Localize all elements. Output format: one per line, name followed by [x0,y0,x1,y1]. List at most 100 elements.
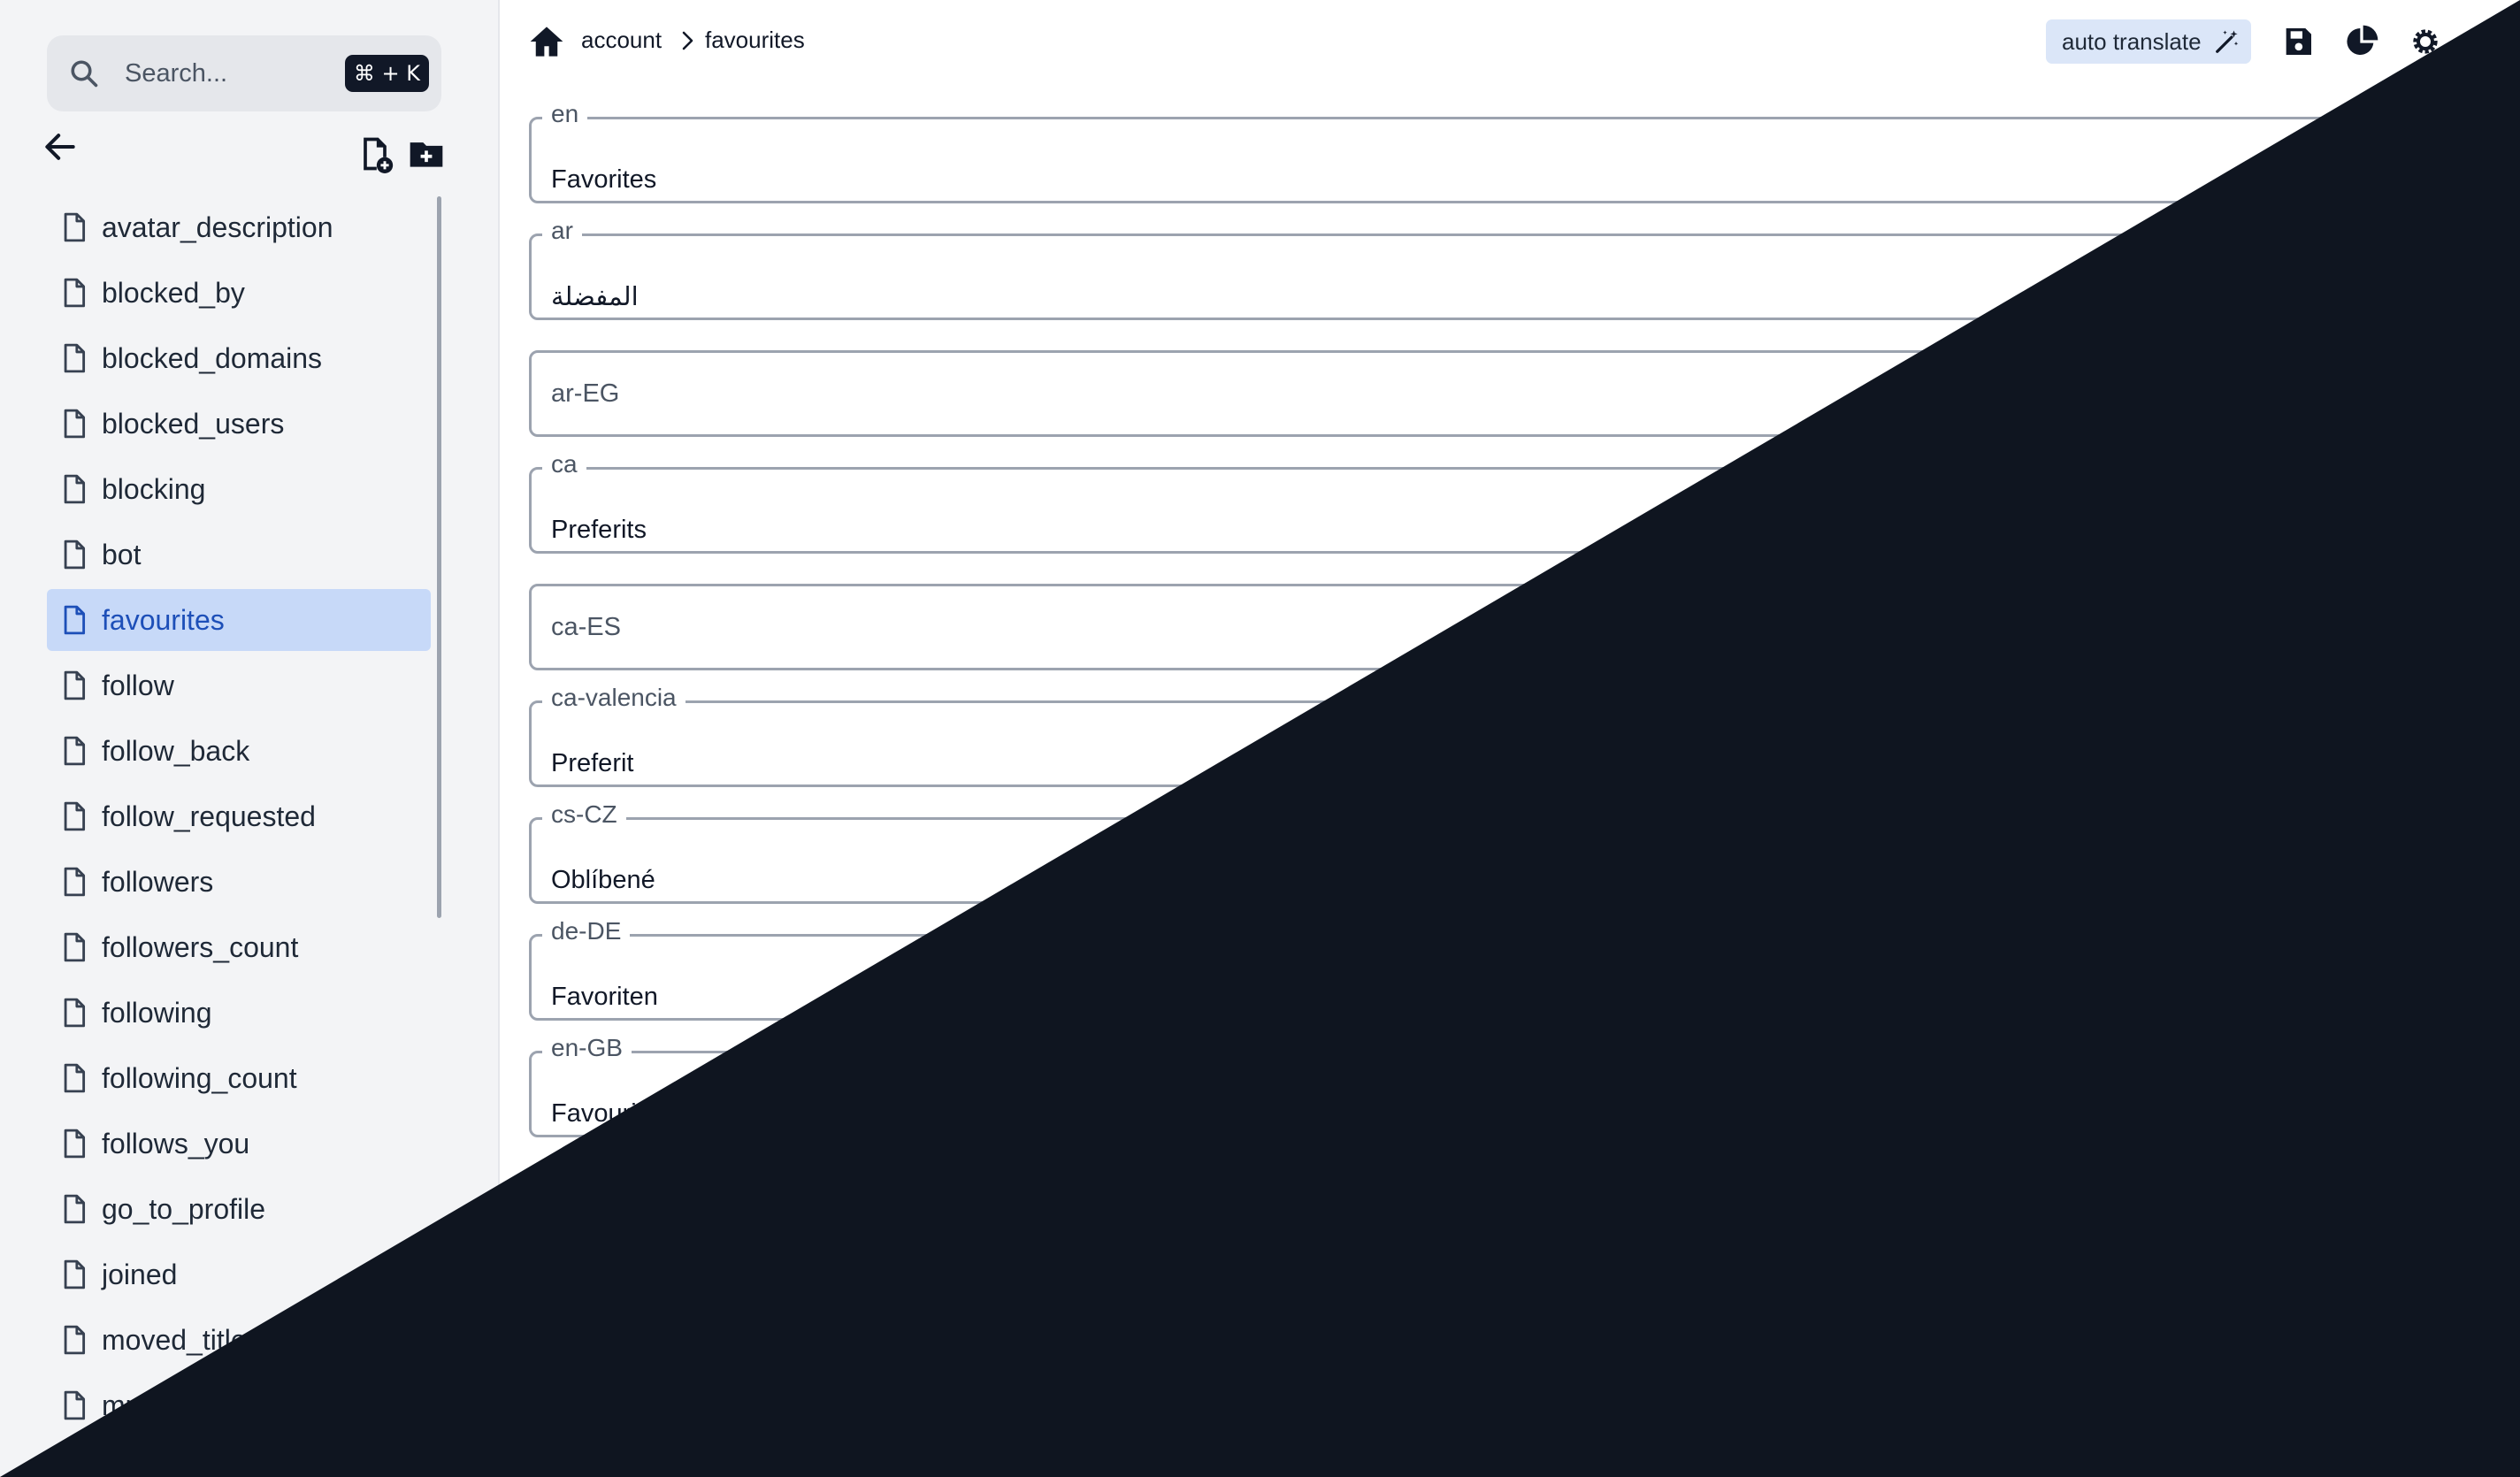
search-icon [71,60,98,88]
file-icon [64,409,86,439]
file-icon [64,1063,86,1093]
breadcrumb-current: favourites [705,27,805,53]
file-item-label: followers_count [102,930,299,963]
file-item-following[interactable]: following [47,982,431,1044]
file-icon [64,932,86,962]
translation-input[interactable] [532,236,2496,318]
translation-input[interactable] [532,703,2496,784]
file-item-avatar_description[interactable]: avatar_description [47,196,431,258]
file-icon [64,1194,86,1224]
sidebar-scrollbar[interactable] [437,196,441,918]
statistics-button[interactable] [2344,24,2379,59]
translation-input[interactable] [532,470,2496,551]
translation-field-en: en [529,98,2499,203]
sidebar: ⌘ + K avatar_description blocked_byblocke… [0,0,500,1477]
file-icon [64,474,86,504]
file-item-blocked_by[interactable]: blocked_by [47,262,431,324]
file-item-label: blocked_users [102,407,285,440]
auto-translate-label: auto translate [2062,27,2202,55]
file-item-follow_back[interactable]: follow_back [47,720,431,782]
file-item-label: follows_you [102,1127,250,1159]
file-item-label: blocked_domains [102,341,323,374]
file-item-blocked_users[interactable]: blocked_users [47,393,431,455]
file-item-label: blocking [102,472,206,505]
translation-input[interactable] [532,820,2496,901]
file-item-follow_requested[interactable]: follow_requested [47,785,431,847]
file-item-bot[interactable]: bot [47,524,431,585]
file-icon [64,801,86,831]
theme-toggle-button[interactable] [2464,24,2500,59]
file-item-joined[interactable]: joined [47,1244,431,1305]
file-item-moved_title[interactable]: moved_title [47,1309,431,1371]
pie-chart-icon [2347,25,2378,55]
new-folder-button[interactable] [407,134,446,173]
translation-input[interactable] [532,353,2496,434]
translation-field-es-419: es-419 [529,1382,2499,1477]
file-icon [64,1325,86,1355]
file-icon [64,1129,86,1159]
translation-input[interactable] [532,119,2496,201]
translation-field-de-DE: de-DE [529,915,2499,1021]
new-file-button[interactable] [356,134,394,173]
file-plus-icon [364,137,394,173]
file-item-following_count[interactable]: following_count [47,1047,431,1109]
file-item-followers[interactable]: followers [47,851,431,913]
file-icon [64,736,86,766]
arrow-left-icon [45,134,75,160]
file-item-go_to_profile[interactable]: go_to_profile [47,1178,431,1240]
file-item-label: avatar_description [102,210,333,243]
save-button[interactable] [2280,24,2316,59]
translation-input[interactable] [532,1053,2496,1135]
file-icon [64,670,86,700]
translation-field-cs-CZ: cs-CZ [529,799,2499,904]
sun-icon [2464,24,2500,59]
search-input[interactable] [125,58,345,88]
file-icon [64,212,86,242]
file-item-blocked_domains[interactable]: blocked_domains [47,327,431,389]
search-shortcut-badge: ⌘ + K [344,55,429,92]
translation-field-ca-ES [529,584,2499,670]
file-item-label: follow [102,669,174,701]
translation-input[interactable] [532,586,2496,668]
translation-field-ar: ar [529,215,2499,320]
settings-button[interactable] [2408,24,2443,59]
file-item-label: muted_users [102,1389,265,1421]
translation-field-en-US [529,1167,2499,1254]
back-button[interactable] [41,127,80,166]
file-item-favourites[interactable]: favourites [47,589,431,651]
translation-field-en-GB: en-GB [529,1032,2499,1137]
auto-translate-button[interactable]: auto translate [2046,19,2251,64]
file-icon [64,540,86,570]
file-item-blocking[interactable]: blocking [47,458,431,520]
file-item-label: followers [102,865,214,898]
breadcrumb-parent[interactable]: account [581,27,662,54]
search-box[interactable]: ⌘ + K [47,35,441,111]
file-item-follows_you[interactable]: follows_you [47,1113,431,1175]
translation-field-ca: ca [529,448,2499,554]
translation-input[interactable] [532,937,2496,1018]
file-icon [64,867,86,897]
file-item-label: following [102,996,212,1029]
file-item-follow[interactable]: follow [47,654,431,716]
file-item-label: following_count [102,1061,297,1094]
file-icon [64,998,86,1028]
file-icon [64,343,86,373]
file-icon [64,605,86,635]
file-item-label: moved_title [102,1323,247,1356]
file-list: avatar_description blocked_by blocked_doma… [47,196,431,1440]
folder-plus-icon [410,142,443,167]
top-bar: account favourites auto translate [500,0,2520,81]
file-item-followers_count[interactable]: followers_count [47,916,431,978]
file-item-label: joined [102,1258,178,1290]
file-item-label: blocked_by [102,276,245,309]
file-item-label: bot [102,538,142,570]
file-item-label: favourites [102,603,225,636]
chevron-right-icon [682,31,693,50]
file-icon [64,1390,86,1420]
home-icon[interactable] [528,23,565,60]
file-item-muted_users[interactable]: muted_users [47,1374,431,1436]
translation-input[interactable] [532,1170,2496,1251]
translation-input[interactable] [532,1404,2496,1477]
translation-field-ar-EG [529,350,2499,437]
translation-input[interactable] [532,1287,2496,1368]
